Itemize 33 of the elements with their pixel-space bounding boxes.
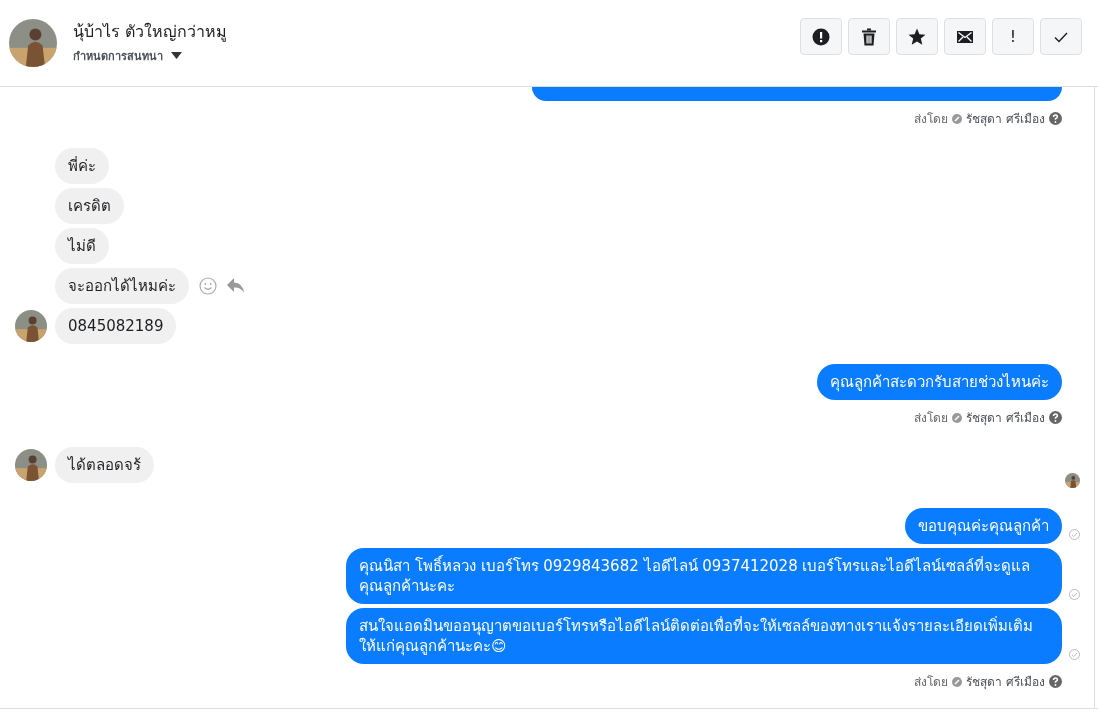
- alert-icon: [812, 27, 830, 46]
- message-bubble: เครดิต: [55, 188, 124, 224]
- contact-name: นุ้บ้าไร ตัวใหญ่กว่าหมู: [73, 20, 228, 44]
- star-button[interactable]: [896, 18, 938, 55]
- sender-name[interactable]: รัชสุดา ศรีเมือง: [966, 408, 1045, 427]
- message-bubble: ขอบคุณค่ะคุณลูกค้า: [905, 508, 1062, 544]
- message-bubble: ได้ตลอดจร้: [55, 447, 154, 483]
- message-bubble: ไม่ดี: [55, 228, 109, 264]
- star-icon: [908, 27, 926, 46]
- help-icon[interactable]: [1049, 112, 1062, 125]
- conversation-menu-link[interactable]: กำหนดการสนทนา: [73, 46, 163, 65]
- sender-name[interactable]: รัชสุดา ศรีเมือง: [966, 109, 1045, 128]
- check-button[interactable]: [1040, 18, 1082, 55]
- trash-button[interactable]: [848, 18, 890, 55]
- message-bubble: จะออกได้ไหมค่ะ: [55, 268, 189, 304]
- exclamation-button[interactable]: !: [992, 18, 1034, 55]
- message-bubble: คุณนิสา โพธิ์หลวง เบอร์โทร 0929843682 ไอดีไลน์ 0937412028 เบอร์โทรและไอดีไลน์เซลล์ที่จะดูแลคุณลูกค้านะคะ: [346, 548, 1062, 604]
- caret-icon[interactable]: [171, 52, 182, 59]
- help-icon[interactable]: [1049, 675, 1062, 688]
- sent-by-label: ส่งโดย: [914, 410, 949, 427]
- message-bubble: พี่ค่ะ: [55, 148, 109, 184]
- message-bubble: สนใจแอดมินขออนุญาตขอเบอร์โทรหรือไอดีไลน์ติดต่อเพื่อที่จะให้เซลล์ของทางเราแจ้งรายละเอียดเพิ่มเติมให้แก่คุณลูกค้านะคะ😊: [346, 608, 1062, 664]
- reply-icon[interactable]: [227, 278, 245, 294]
- sent-by-label: ส่งโดย: [914, 111, 949, 128]
- message-bubble: 0845082189: [55, 308, 177, 344]
- trash-icon: [860, 27, 878, 46]
- message-bubble: คุณลูกค้าสะดวกรับสายช่วงไหนค่ะ: [817, 364, 1062, 400]
- mail-button[interactable]: [944, 18, 986, 55]
- avatar: [9, 19, 57, 67]
- alert-button[interactable]: [800, 18, 842, 55]
- sender-name[interactable]: รัชสุดา ศรีเมือง: [966, 672, 1045, 691]
- help-icon[interactable]: [1049, 411, 1062, 424]
- sent-by-label: ส่งโดย: [914, 674, 949, 691]
